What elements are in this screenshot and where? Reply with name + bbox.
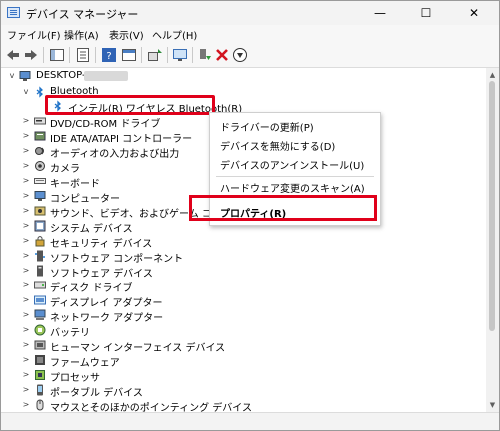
expand-chevron-icon[interactable]: > [21,367,31,383]
back-arrow-icon[interactable] [5,47,21,63]
properties-highlight [189,195,377,221]
camera-icon [35,160,45,171]
tree-category-row[interactable]: > バッテリ [1,322,486,339]
scroll-up-arrow-icon[interactable]: ▲ [486,69,499,81]
scrollbar-thumb[interactable] [489,81,495,331]
toolbar-separator [95,47,96,63]
expand-chevron-icon[interactable]: > [21,322,31,338]
expand-chevron-icon[interactable]: > [21,352,31,368]
menu-file[interactable]: ファイル(F) [7,27,61,42]
expand-chevron-icon[interactable]: > [21,263,31,279]
tree-category-row[interactable]: > ポータブル デバイス [1,382,486,399]
disk-drive-icon [34,281,46,289]
expand-chevron-icon[interactable]: > [21,382,31,398]
network-adapter-icon [34,309,46,321]
tree-category-row[interactable]: > ソフトウェア デバイス [1,263,486,280]
dvd-drive-icon [34,117,46,125]
menu-action[interactable]: 操作(A) [64,27,99,42]
device-manager-window: デバイス マネージャー — ☐ ✕ ファイル(F) 操作(A) 表示(V) ヘル… [0,0,500,431]
system-devices-icon [34,220,46,232]
status-bar [1,412,499,430]
toolbar-separator [69,47,70,63]
uninstall-device-icon[interactable] [214,47,230,63]
tree-category-row[interactable]: > ディスク ドライブ [1,277,486,294]
minimize-button[interactable]: — [357,1,403,25]
scan-hardware-icon[interactable] [172,47,188,63]
action-pane-icon[interactable] [121,47,137,63]
update-driver-icon[interactable] [147,47,163,63]
expand-chevron-icon[interactable]: > [21,158,31,174]
expand-chevron-icon[interactable]: > [21,307,31,323]
title-bar: デバイス マネージャー — ☐ ✕ [1,1,499,25]
keyboard-icon [34,177,46,184]
expand-chevron-icon[interactable]: > [21,203,31,219]
sound-video-icon [34,206,46,216]
window-title: デバイス マネージャー [26,8,139,21]
maximize-button[interactable]: ☐ [403,1,449,25]
tree-root-row[interactable]: v DESKTOP- [1,68,486,84]
tree-category-row[interactable]: > マウスとそのほかのポインティング デバイス [1,397,486,414]
toolbar-separator [43,47,44,63]
help-icon[interactable]: ? [101,47,117,63]
tree-category-row[interactable]: > ディスプレイ アダプター [1,292,486,309]
toolbar: ? [1,43,499,68]
expand-chevron-icon[interactable]: > [21,233,31,249]
context-separator [216,176,374,177]
scroll-down-arrow-icon[interactable]: ▼ [486,399,499,411]
menu-view[interactable]: 表示(V) [109,27,144,42]
portable-devices-icon [37,384,43,396]
expand-chevron-icon[interactable]: > [21,113,31,129]
tree-category-row[interactable]: > ヒューマン インターフェイス デバイス [1,337,486,354]
expand-chevron-icon[interactable]: > [21,173,31,189]
svg-text:?: ? [106,51,111,62]
tree-category-row[interactable]: > セキュリティ デバイス [1,233,486,250]
tree-root-label: DESKTOP- [36,70,86,81]
expand-chevron-icon[interactable]: > [21,277,31,293]
expand-chevron-icon[interactable]: > [21,248,31,264]
disable-device-icon[interactable] [232,47,248,63]
hid-icon [34,340,46,350]
tree-category-row[interactable]: > ファームウェア [1,352,486,369]
mouse-icon [36,399,44,411]
toolbar-separator [141,47,142,63]
security-devices-icon [35,235,45,247]
expand-chevron-icon[interactable]: > [21,143,31,159]
ide-controller-icon [34,131,46,141]
selected-device-highlight [45,95,215,115]
tree-category-row[interactable]: > ソフトウェア コンポーネント [1,248,486,265]
context-scan-hardware[interactable]: ハードウェア変更のスキャン(A) [220,180,365,195]
tree-category-row[interactable]: > プロセッサ [1,367,486,384]
redacted-computer-name [84,71,128,81]
collapse-root-chevron-icon[interactable]: v [7,68,17,84]
expand-chevron-icon[interactable]: > [21,218,31,234]
context-update-driver[interactable]: ドライバーの更新(P) [220,119,314,134]
menu-bar: ファイル(F) 操作(A) 表示(V) ヘルプ(H) [1,25,499,43]
computer-root-icon [19,71,31,81]
software-components-icon [35,250,45,262]
expand-chevron-icon[interactable]: > [21,397,31,413]
device-manager-icon [7,7,20,18]
close-button[interactable]: ✕ [451,1,497,25]
show-hide-console-tree-icon[interactable] [49,47,65,63]
battery-icon [34,324,46,336]
audio-io-icon [35,146,44,155]
context-disable-device[interactable]: デバイスを無効にする(D) [220,138,335,153]
context-uninstall-device[interactable]: デバイスのアンインストール(U) [220,157,364,172]
forward-arrow-icon[interactable] [23,47,39,63]
firmware-icon [35,355,45,366]
toolbar-separator [192,47,193,63]
expand-chevron-icon[interactable]: > [21,292,31,308]
expand-chevron-icon[interactable]: > [21,188,31,204]
menu-help[interactable]: ヘルプ(H) [152,27,197,42]
toolbar-separator [167,47,168,63]
software-devices-icon [37,265,43,276]
processor-icon [35,370,45,381]
expand-chevron-icon[interactable]: > [21,337,31,353]
computer-icon [34,190,46,201]
enable-device-icon[interactable] [197,47,213,63]
tree-category-row[interactable]: > ネットワーク アダプター [1,307,486,324]
display-adapter-icon [34,295,46,305]
properties-icon[interactable] [75,47,91,63]
expand-chevron-icon[interactable]: > [21,128,31,144]
